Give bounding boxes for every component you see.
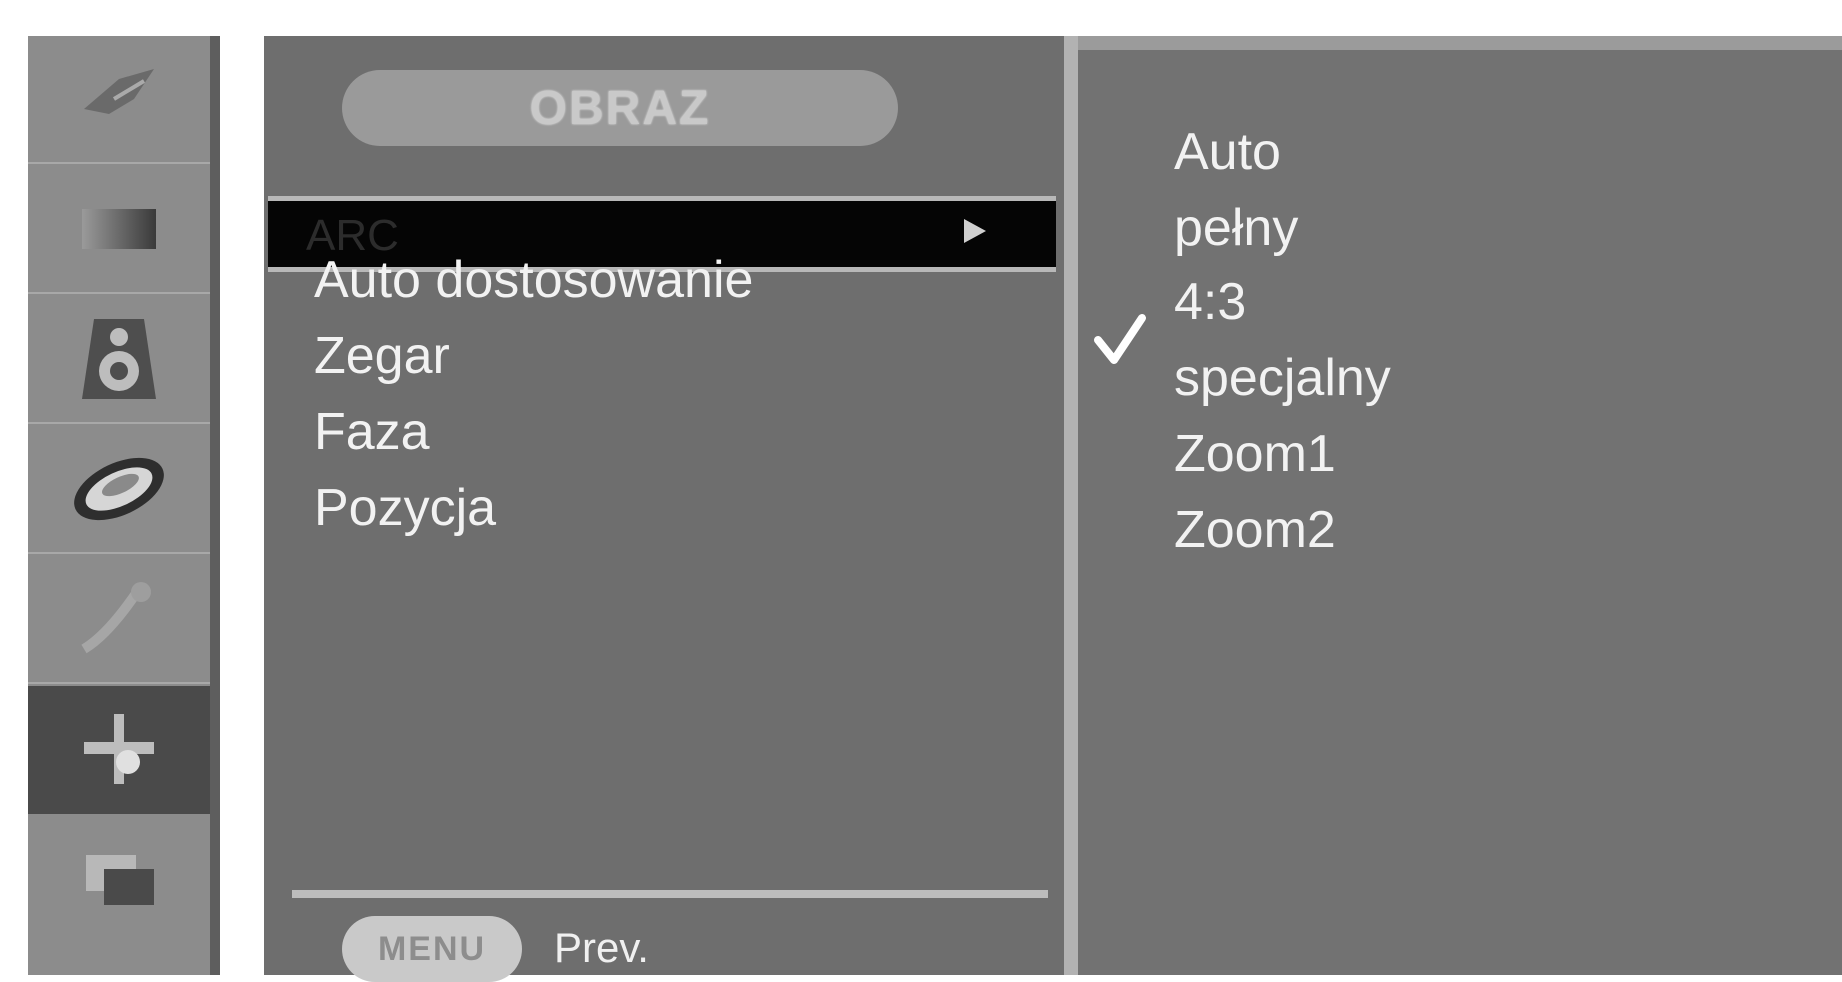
option-4-3[interactable]: 4:3 xyxy=(1174,272,1246,332)
pip-icon[interactable] xyxy=(28,816,210,944)
footer-divider xyxy=(292,890,1048,898)
prev-label: Prev. xyxy=(554,924,649,971)
menu-item-position[interactable]: Pozycja xyxy=(314,478,496,538)
option-auto[interactable]: Auto xyxy=(1174,122,1281,182)
time-icon[interactable] xyxy=(28,426,210,554)
menu-button-label: MENU xyxy=(377,929,487,968)
option-special[interactable]: specjalny xyxy=(1174,348,1391,408)
options-panel: Auto pełny 4:3 specjalny Zoom1 Zoom2 xyxy=(1078,50,1842,975)
menu-title: OBRAZ xyxy=(529,81,711,135)
menu-panel: OBRAZ ARC Auto dostosowanie Zegar Faza P… xyxy=(264,36,1064,982)
panel-divider xyxy=(1064,36,1078,975)
option-full[interactable]: pełny xyxy=(1174,198,1298,258)
menu-button[interactable]: MENU xyxy=(342,916,522,982)
menu-item-clock[interactable]: Zegar xyxy=(314,326,450,386)
menu-item-auto-adjust[interactable]: Auto dostosowanie xyxy=(314,250,753,310)
checkmark-icon xyxy=(1094,314,1146,364)
screen-icon[interactable] xyxy=(28,686,210,814)
special-icon[interactable] xyxy=(28,556,210,684)
option-zoom1[interactable]: Zoom1 xyxy=(1174,424,1336,484)
sound-icon[interactable] xyxy=(28,296,210,424)
sidebar-edge xyxy=(210,36,220,975)
category-sidebar xyxy=(28,36,220,975)
station-icon[interactable] xyxy=(28,36,210,164)
menu-item-phase[interactable]: Faza xyxy=(314,402,430,462)
arrow-right-icon xyxy=(964,219,986,243)
picture-icon[interactable] xyxy=(28,166,210,294)
option-zoom2[interactable]: Zoom2 xyxy=(1174,500,1336,560)
menu-title-pill: OBRAZ xyxy=(342,70,898,146)
